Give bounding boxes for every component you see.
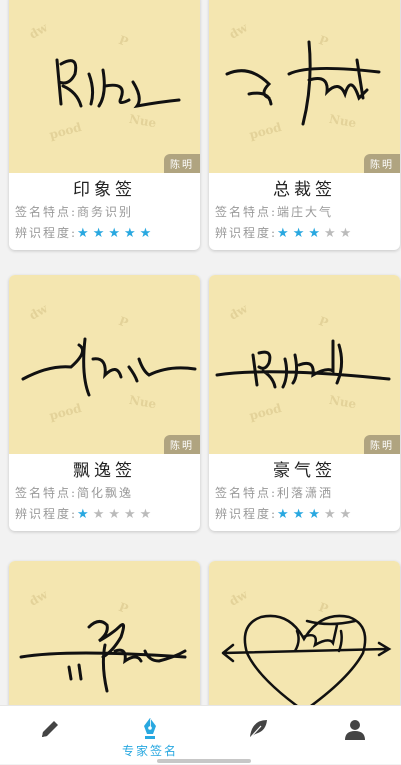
star-filled-icon: ★ (308, 507, 325, 522)
feature-label: 签名特点: (215, 205, 278, 219)
star-filled-icon: ★ (292, 507, 309, 522)
feature-value: 利落潇洒 (277, 486, 334, 500)
rating-label: 辨识程度: (215, 507, 278, 521)
feature-value: 端庄大气 (277, 205, 334, 219)
signature-style-grid: dw P pood Nue 陈明 印象签 签名特点:商务识别 辨识程度:★★★★… (0, 0, 401, 740)
signature-card-zongcai[interactable]: dw P pood Nue 陈明 总裁签 签名特点:端庄大气 辨识程度:★★★★… (209, 0, 400, 250)
rating-label: 辨识程度: (15, 226, 78, 240)
signature-style-name: 豪气签 (273, 461, 336, 481)
feature-row: 签名特点:利落潇洒 (215, 483, 394, 504)
star-filled-icon: ★ (124, 226, 140, 241)
signature-stamp: 陈明 (164, 154, 200, 173)
star-empty-icon: ★ (339, 507, 356, 522)
star-filled-icon: ★ (277, 507, 293, 522)
rating-stars: ★★★★★ (277, 504, 355, 525)
star-empty-icon: ★ (124, 507, 140, 522)
signature-preview: dw P pood Nue 陈明 (209, 275, 400, 454)
feature-label: 签名特点: (15, 205, 78, 219)
rating-row: 辨识程度:★★★★★ (215, 504, 394, 525)
star-filled-icon: ★ (277, 226, 293, 241)
star-filled-icon: ★ (77, 226, 93, 241)
signature-preview: dw P pood Nue 陈明 (209, 0, 400, 173)
tab-profile[interactable] (305, 706, 401, 765)
star-empty-icon: ★ (339, 226, 356, 241)
tab-label: 专家签名 (121, 744, 178, 758)
rating-row: 辨识程度:★★★★★ (15, 504, 194, 525)
feature-row: 签名特点:商务识别 (15, 202, 194, 223)
user-icon (345, 720, 365, 740)
star-empty-icon: ★ (92, 507, 109, 522)
star-empty-icon: ★ (108, 507, 125, 522)
signature-stamp: 陈明 (164, 435, 200, 454)
home-indicator (157, 759, 251, 763)
rating-stars: ★★★★★ (277, 223, 355, 244)
signature-style-name: 飘逸签 (73, 461, 136, 481)
rating-stars: ★★★★★ (77, 504, 155, 525)
feature-row: 签名特点:端庄大气 (215, 202, 394, 223)
feature-label: 签名特点: (15, 486, 78, 500)
pencil-icon (42, 721, 58, 737)
signature-style-name: 印象签 (73, 180, 136, 200)
star-empty-icon: ★ (324, 507, 340, 522)
signature-image (21, 337, 197, 397)
rating-row: 辨识程度:★★★★★ (15, 223, 194, 244)
rating-stars: ★★★★★ (77, 223, 155, 244)
star-filled-icon: ★ (308, 226, 325, 241)
signature-card-piaoyi[interactable]: dw P pood Nue 陈明 飘逸签 签名特点:简化飘逸 辨识程度:★★★★… (9, 275, 200, 531)
signature-preview: dw P pood Nue 陈明 (9, 275, 200, 454)
signature-stamp: 陈明 (364, 154, 400, 173)
signature-card-yinxiang[interactable]: dw P pood Nue 陈明 印象签 签名特点:商务识别 辨识程度:★★★★… (9, 0, 200, 250)
signature-image (225, 40, 381, 126)
feature-label: 签名特点: (215, 486, 278, 500)
tab-feather[interactable] (208, 706, 308, 765)
bottom-tab-bar: 专家签名 (0, 705, 401, 764)
feather-icon (249, 720, 267, 739)
signature-style-name: 总裁签 (273, 180, 336, 200)
signature-image (55, 58, 181, 109)
signature-stamp: 陈明 (364, 435, 400, 454)
star-filled-icon: ★ (139, 226, 156, 241)
star-filled-icon: ★ (292, 226, 309, 241)
feature-row: 签名特点:简化飘逸 (15, 483, 194, 504)
rating-label: 辨识程度: (15, 507, 78, 521)
rating-label: 辨识程度: (215, 226, 278, 240)
rating-row: 辨识程度:★★★★★ (215, 223, 394, 244)
star-filled-icon: ★ (92, 226, 109, 241)
signature-image (215, 339, 391, 389)
signature-preview: dw P pood Nue 陈明 (9, 0, 200, 173)
fountain-pen-icon (144, 718, 156, 739)
star-filled-icon: ★ (77, 507, 93, 522)
star-empty-icon: ★ (139, 507, 156, 522)
feature-value: 简化飘逸 (77, 486, 134, 500)
star-empty-icon: ★ (324, 226, 340, 241)
tab-expert-signature[interactable]: 专家签名 (100, 706, 200, 765)
star-filled-icon: ★ (108, 226, 125, 241)
feature-value: 商务识别 (77, 205, 134, 219)
tab-pencil[interactable] (0, 706, 100, 765)
signature-card-haoqi[interactable]: dw P pood Nue 陈明 豪气签 签名特点:利落潇洒 辨识程度:★★★★… (209, 275, 400, 531)
